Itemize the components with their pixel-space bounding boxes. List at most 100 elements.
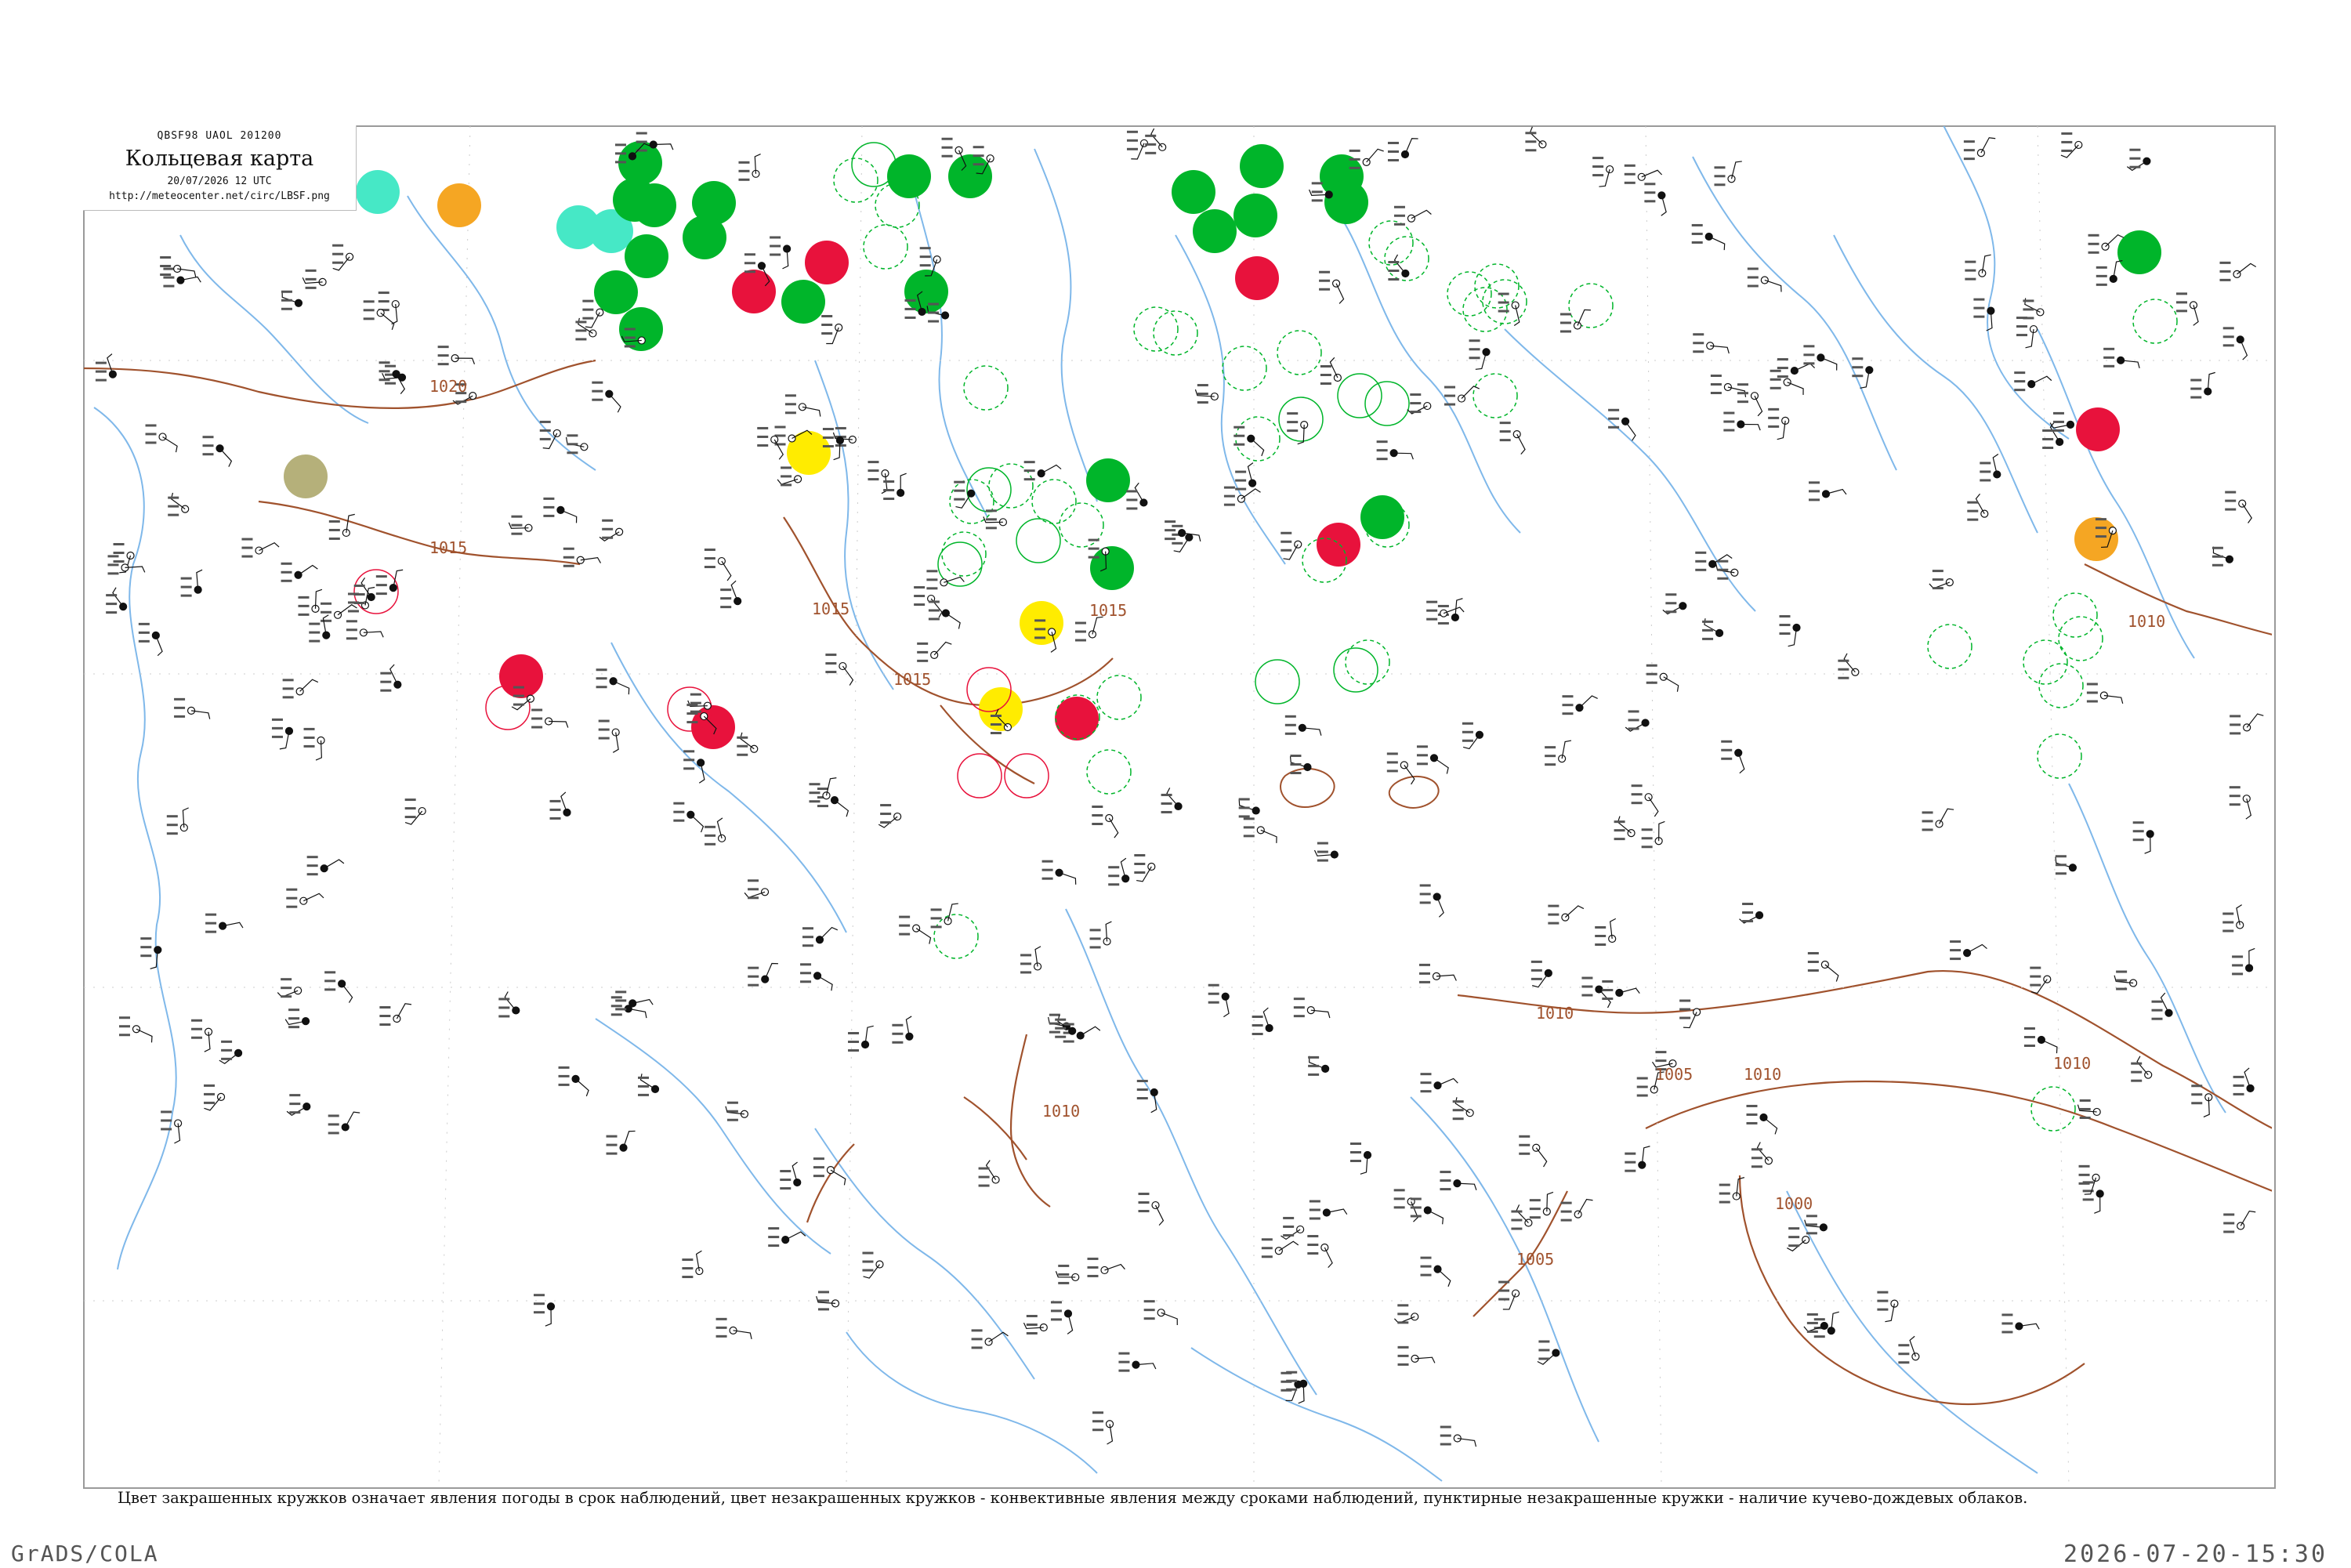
rain-marker[interactable] [1086, 458, 1130, 502]
dust-marker[interactable] [284, 454, 328, 498]
station-value-glyph [1922, 828, 1933, 831]
station-value-glyph [638, 1085, 650, 1088]
station-value-glyph [917, 650, 929, 654]
station-value-glyph [1087, 1274, 1099, 1277]
station-value-glyph [2096, 274, 2107, 277]
rain-marker[interactable] [594, 270, 638, 314]
station-value-glyph [1469, 339, 1480, 342]
station-value-glyph [145, 441, 157, 444]
station-value-glyph [1717, 577, 1729, 580]
station-value-glyph [1813, 1335, 1825, 1338]
station-value-glyph [289, 1094, 301, 1097]
station-value-glyph [1529, 1199, 1541, 1202]
station-value-glyph [118, 1025, 130, 1028]
station-value-glyph [835, 426, 846, 429]
station-value-glyph [1319, 288, 1331, 291]
station-value-glyph [1034, 628, 1046, 631]
station-value-glyph [1631, 802, 1643, 805]
station-value-glyph [800, 980, 812, 983]
station-value-glyph [118, 1034, 130, 1037]
station-value-glyph [1531, 977, 1542, 980]
station-value-glyph [1742, 911, 1754, 914]
station-value-glyph [1286, 1388, 1298, 1391]
thunderstorm-marker[interactable] [1055, 697, 1099, 741]
rain-marker[interactable] [1324, 180, 1368, 224]
rain-marker[interactable] [1360, 495, 1404, 539]
rain-marker[interactable] [948, 154, 992, 198]
haze-marker[interactable] [2074, 517, 2118, 561]
synoptic-map[interactable]: 1020 1015 1015 1015 1015 1010 1010 1010 … [0, 0, 2351, 1567]
source-url[interactable]: http://meteocenter.net/circ/LBSF.png [83, 190, 356, 202]
rain-marker[interactable] [625, 234, 668, 278]
station-value-glyph [1126, 507, 1138, 510]
station-value-glyph [2016, 325, 2028, 328]
rain-marker[interactable] [1240, 144, 1284, 188]
station-value-glyph [328, 520, 340, 523]
rain-marker[interactable] [781, 280, 825, 324]
rain-marker[interactable] [683, 215, 726, 259]
thunderstorm-marker[interactable] [2076, 407, 2120, 451]
station-value-glyph [1624, 172, 1636, 176]
station-value-glyph [582, 299, 594, 302]
drizzle-marker[interactable] [356, 170, 400, 214]
rain-marker[interactable] [632, 183, 676, 227]
station-value-glyph [848, 1032, 860, 1035]
station-value-glyph [332, 244, 344, 247]
thunderstorm-marker[interactable] [805, 241, 849, 284]
station-value-glyph [686, 704, 698, 707]
station-value-glyph [1309, 1208, 1320, 1211]
station-value-glyph [1055, 1027, 1067, 1030]
isobar-label: 1015 [893, 670, 931, 689]
rain-marker[interactable] [1090, 546, 1134, 590]
station-value-glyph [1118, 1352, 1130, 1355]
station-value-glyph [2023, 1027, 2035, 1030]
station-value-glyph [2225, 508, 2237, 511]
station-value-glyph [380, 680, 392, 683]
station-value-glyph [1426, 600, 1438, 603]
rain-marker[interactable] [887, 154, 931, 198]
station-value-glyph [2191, 1102, 2203, 1105]
station-value-glyph [2212, 546, 2223, 549]
station-value-glyph [738, 169, 750, 172]
station-value-glyph [1807, 969, 1819, 972]
station-value-glyph [303, 727, 315, 730]
station-value-glyph [2088, 242, 2099, 245]
station-value-glyph [1281, 531, 1292, 534]
thunderstorm-marker[interactable] [1235, 256, 1279, 300]
rain-marker[interactable] [2117, 230, 2161, 274]
station-value-glyph [1238, 798, 1250, 801]
thunderstorm-marker[interactable] [732, 270, 776, 313]
station-value-glyph [2131, 1062, 2143, 1065]
rain-marker[interactable] [1193, 209, 1237, 253]
wind-barb [1737, 752, 1745, 774]
station-value-glyph [1074, 630, 1086, 633]
thunderstorm-marker[interactable] [499, 654, 543, 698]
station-value-glyph [2023, 299, 2034, 302]
station-value-glyph [682, 1267, 694, 1270]
station-value-glyph [2052, 420, 2064, 423]
station-value-glyph [498, 998, 510, 1001]
station-value-glyph [770, 236, 781, 239]
station-value-glyph [1806, 1330, 1818, 1333]
station-value-glyph [2190, 378, 2202, 382]
station-value-glyph [1126, 490, 1138, 493]
haze-marker[interactable] [437, 183, 481, 227]
station-value-glyph [1309, 1200, 1320, 1203]
station-value-glyph [271, 718, 283, 721]
station-value-glyph [1317, 859, 1328, 862]
rain-marker[interactable] [1233, 194, 1277, 237]
station-value-glyph [2129, 165, 2141, 168]
station-value-glyph [1592, 174, 1604, 177]
station-value-glyph [379, 370, 390, 373]
station-marker[interactable] [798, 403, 807, 411]
rain-marker[interactable] [1172, 170, 1215, 214]
station-value-glyph [437, 346, 449, 349]
station-value-glyph [1026, 1331, 1038, 1334]
wind-barb [155, 635, 163, 657]
thunderstorm-marker[interactable] [1317, 523, 1360, 567]
station-value-glyph [848, 1041, 860, 1044]
station-value-glyph [1092, 822, 1103, 825]
station-value-glyph [928, 302, 940, 306]
station-value-glyph [2116, 970, 2128, 973]
station-value-glyph [1852, 375, 1864, 378]
